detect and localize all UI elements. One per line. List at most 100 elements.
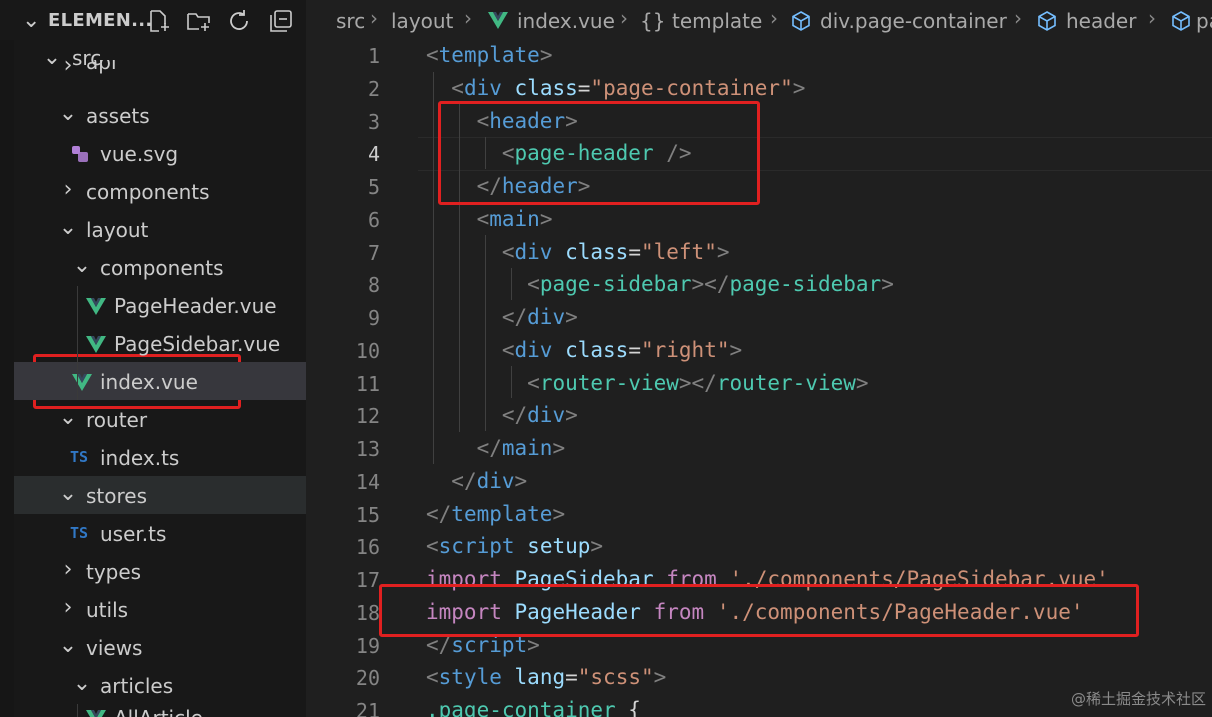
code-token: > — [881, 272, 894, 296]
code-token: = — [628, 240, 641, 264]
tree-row-utils[interactable]: › utils — [14, 590, 306, 628]
tree-row-router[interactable]: ⌄ router — [14, 400, 306, 438]
breadcrumb-item[interactable]: index.vue — [517, 9, 615, 33]
code-token: > — [792, 76, 806, 100]
code-token: < — [501, 240, 515, 264]
new-file-icon[interactable] — [146, 8, 172, 34]
code-line: <router-view></router-view> — [426, 371, 868, 395]
code-line: </div> — [426, 305, 578, 329]
code-line: <main> — [426, 207, 553, 231]
tree-row-index-vue[interactable]: index.vue — [14, 362, 306, 400]
breadcrumb-item[interactable]: div.page-container — [820, 9, 1007, 33]
code-token: > — [653, 665, 667, 689]
collapse-all-icon[interactable] — [268, 8, 294, 34]
breadcrumb-item[interactable]: layout — [391, 9, 453, 33]
code-token: "scss" — [577, 665, 654, 689]
chevron-right-icon: › — [1014, 6, 1022, 30]
watermark: @稀土掘金技术社区 — [1070, 690, 1206, 708]
code-line: <div class="left"> — [426, 240, 730, 264]
line-number: 9 — [367, 306, 380, 330]
indent-guide — [77, 286, 78, 400]
chevron-down-icon[interactable]: ⌄ — [22, 8, 40, 33]
code-token: main — [501, 436, 553, 460]
code-token: "page-container" — [590, 76, 793, 100]
code-line: <template> — [426, 43, 552, 67]
chevron-right-icon: › — [620, 6, 628, 30]
code-token: </ — [451, 469, 477, 493]
breadcrumb-item[interactable]: template — [672, 9, 762, 33]
code-token: > — [716, 240, 730, 264]
tree-row-vue-svg[interactable]: vue.svg — [14, 134, 306, 172]
code-token: { — [615, 698, 641, 717]
tree-row-pagesidebar-vue[interactable]: PageSidebar.vue — [14, 324, 306, 362]
tree-row-allarticle-vue[interactable]: AllArticle... — [14, 704, 306, 717]
code-token: </ — [426, 502, 452, 526]
line-number: 20 — [355, 666, 380, 690]
code-token: div — [514, 338, 553, 362]
tree-row-views[interactable]: ⌄ views — [14, 628, 306, 666]
element-icon — [1036, 10, 1058, 37]
tree-row-stores[interactable]: ⌄ stores — [14, 476, 306, 514]
braces-icon: {} — [640, 9, 666, 33]
tree-row-articles[interactable]: ⌄ articles — [14, 666, 306, 704]
chevron-down-icon: ⌄ — [58, 101, 78, 126]
chevron-right-icon: › — [63, 595, 73, 620]
tree-row-assets[interactable]: ⌄ assets — [14, 96, 306, 134]
line-number: 5 — [367, 175, 380, 199]
code-token: .page-container — [426, 698, 616, 717]
highlight-box — [379, 584, 1139, 637]
chevron-down-icon: ⌄ — [72, 253, 92, 278]
code-token: div — [527, 403, 566, 427]
new-folder-icon[interactable] — [186, 8, 212, 34]
code-token: ></ — [691, 272, 730, 296]
code-line: </template> — [426, 502, 565, 526]
element-icon — [1170, 10, 1192, 37]
tree-row-layout[interactable]: ⌄ layout — [14, 210, 306, 248]
chevron-right-icon: › — [370, 6, 378, 30]
code-token: > — [552, 436, 566, 460]
chevron-right-icon: › — [770, 6, 778, 30]
breadcrumb-item[interactable]: header — [1066, 9, 1136, 33]
tree-row-index-ts[interactable]: TS index.ts — [14, 438, 306, 476]
code-token: < — [426, 534, 439, 558]
line-number: 19 — [355, 634, 380, 658]
indent-guide — [77, 704, 78, 717]
code-editor: src › layout › index.vue › {} template ›… — [306, 0, 1212, 717]
code-line: </div> — [426, 469, 527, 493]
code-token: template — [438, 43, 540, 67]
tree-row-pageheader-vue[interactable]: PageHeader.vue — [14, 286, 306, 324]
code-token: < — [426, 43, 439, 67]
tree-row-types[interactable]: › types — [14, 552, 306, 590]
breadcrumb-item[interactable]: pa — [1196, 9, 1212, 33]
code-line: .page-container { — [426, 698, 641, 717]
code-token: > — [539, 207, 553, 231]
vue-file-icon — [86, 296, 106, 316]
tree-row-user-ts[interactable]: TS user.ts — [14, 514, 306, 552]
code-token: style — [438, 665, 502, 689]
refresh-icon[interactable] — [226, 8, 252, 34]
code-token: = — [577, 76, 591, 100]
line-number: 15 — [355, 503, 380, 527]
tree-row-components[interactable]: › components — [14, 172, 306, 210]
vue-file-icon — [86, 334, 106, 354]
tree-row-api[interactable]: › api — [14, 60, 306, 82]
code-token: > — [729, 338, 743, 362]
tree-row-layout-components[interactable]: ⌄ components — [14, 248, 306, 286]
line-number: 4 — [367, 142, 380, 166]
vue-file-icon — [86, 708, 106, 717]
chevron-right-icon: › — [63, 177, 73, 202]
code-token: < — [527, 272, 540, 296]
line-number: 13 — [355, 437, 380, 461]
code-token: class — [514, 76, 578, 100]
chevron-right-icon: › — [63, 60, 73, 78]
breadcrumb-item[interactable]: src — [336, 9, 365, 33]
code-token: > — [514, 469, 528, 493]
line-number: 21 — [355, 699, 380, 717]
chevron-down-icon: ⌄ — [58, 405, 78, 430]
code-line: <div class="page-container"> — [426, 76, 805, 100]
